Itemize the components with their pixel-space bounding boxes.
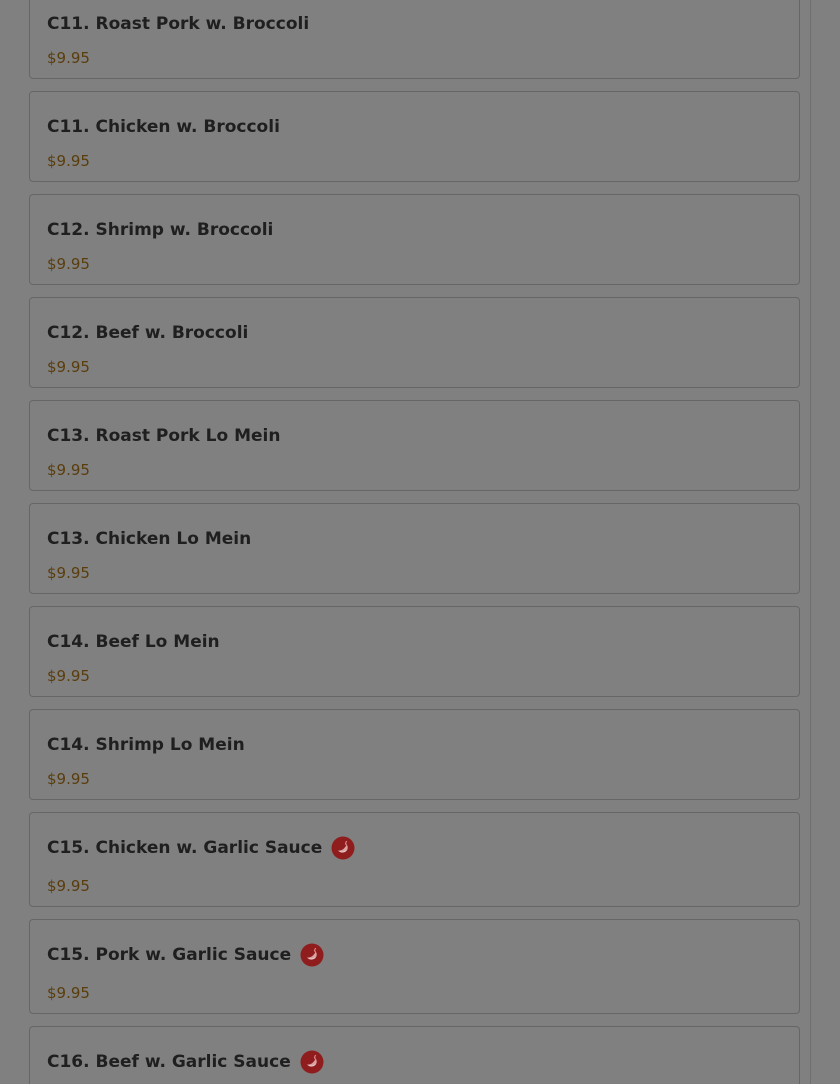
menu-item-name: C14. Shrimp Lo Mein <box>47 735 245 755</box>
menu-item-card[interactable]: C16. Beef w. Garlic Sauce <box>29 1026 800 1084</box>
menu-item-title-row: C14. Shrimp Lo Mein <box>47 733 245 757</box>
menu-item-title-row: C15. Chicken w. Garlic Sauce <box>47 836 355 860</box>
menu-item-title-row: C12. Shrimp w. Broccoli <box>47 218 273 242</box>
menu-item-name: C11. Roast Pork w. Broccoli <box>47 14 310 34</box>
menu-item-price: $9.95 <box>47 564 90 582</box>
menu-item-name: C12. Beef w. Broccoli <box>47 323 249 343</box>
menu-item-title-row: C13. Roast Pork Lo Mein <box>47 424 280 448</box>
chili-pepper-icon <box>300 943 324 967</box>
menu-item-title-row: C13. Chicken Lo Mein <box>47 527 251 551</box>
menu-item-price: $9.95 <box>47 358 90 376</box>
menu-item-card[interactable]: C14. Beef Lo Mein $9.95 <box>29 606 800 697</box>
menu-item-name: C15. Chicken w. Garlic Sauce <box>47 838 323 858</box>
menu-item-price: $9.95 <box>47 877 90 895</box>
menu-item-name: C11. Chicken w. Broccoli <box>47 117 280 137</box>
menu-item-card[interactable]: C12. Shrimp w. Broccoli $9.95 <box>29 194 800 285</box>
chili-pepper-icon <box>331 836 355 860</box>
menu-item-price: $9.95 <box>47 152 90 170</box>
menu-item-price: $9.95 <box>47 461 90 479</box>
menu-item-card[interactable]: C15. Chicken w. Garlic Sauce $9.95 <box>29 812 800 907</box>
menu-item-card[interactable]: C12. Beef w. Broccoli $9.95 <box>29 297 800 388</box>
menu-item-price: $9.95 <box>47 770 90 788</box>
menu-item-title-row: C14. Beef Lo Mein <box>47 630 220 654</box>
menu-item-title-row: C15. Pork w. Garlic Sauce <box>47 943 324 967</box>
menu-item-name: C13. Roast Pork Lo Mein <box>47 426 281 446</box>
menu-item-card[interactable]: C13. Chicken Lo Mein $9.95 <box>29 503 800 594</box>
menu-item-title-row: C11. Roast Pork w. Broccoli <box>47 12 309 36</box>
menu-item-price: $9.95 <box>47 49 90 67</box>
menu-item-card[interactable]: C15. Pork w. Garlic Sauce $9.95 <box>29 919 800 1014</box>
menu-item-price: $9.95 <box>47 984 90 1002</box>
menu-item-name: C13. Chicken Lo Mein <box>47 529 252 549</box>
menu-item-name: C14. Beef Lo Mein <box>47 632 220 652</box>
menu-item-card[interactable]: C14. Shrimp Lo Mein $9.95 <box>29 709 800 800</box>
menu-item-name: C16. Beef w. Garlic Sauce <box>47 1052 291 1072</box>
menu-item-name: C12. Shrimp w. Broccoli <box>47 220 274 240</box>
menu-item-price: $9.95 <box>47 255 90 273</box>
menu-item-card[interactable]: C13. Roast Pork Lo Mein $9.95 <box>29 400 800 491</box>
chili-pepper-icon <box>300 1050 324 1074</box>
right-divider <box>810 0 811 1084</box>
menu-item-card[interactable]: C11. Roast Pork w. Broccoli $9.95 <box>29 0 800 79</box>
menu-item-title-row: C16. Beef w. Garlic Sauce <box>47 1050 324 1074</box>
menu-item-title-row: C11. Chicken w. Broccoli <box>47 115 280 139</box>
menu-item-list: C11. Roast Pork w. Broccoli $9.95 C11. C… <box>29 0 800 1084</box>
menu-page: C11. Roast Pork w. Broccoli $9.95 C11. C… <box>0 0 840 1084</box>
menu-item-price: $9.95 <box>47 667 90 685</box>
menu-item-title-row: C12. Beef w. Broccoli <box>47 321 248 345</box>
menu-item-card[interactable]: C11. Chicken w. Broccoli $9.95 <box>29 91 800 182</box>
menu-item-name: C15. Pork w. Garlic Sauce <box>47 945 292 965</box>
